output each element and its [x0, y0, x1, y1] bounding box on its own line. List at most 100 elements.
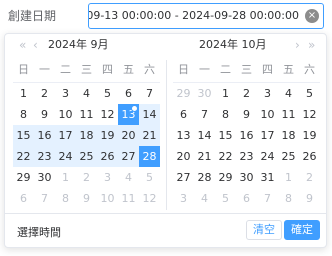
day-cell[interactable]: 28 — [194, 167, 215, 188]
day-cell[interactable]: 6 — [173, 104, 194, 125]
day-cell[interactable]: 3 — [173, 188, 194, 209]
day-cell[interactable]: 14 — [139, 104, 160, 125]
clear-button[interactable]: 清空 — [246, 220, 282, 240]
day-cell[interactable]: 27 — [173, 167, 194, 188]
day-cell[interactable]: 8 — [13, 104, 34, 125]
day-cell[interactable]: 11 — [76, 104, 97, 125]
day-cell[interactable]: 3 — [55, 83, 76, 104]
day-cell[interactable]: 25 — [278, 146, 299, 167]
clear-icon[interactable]: × — [305, 9, 319, 23]
day-cell[interactable]: 19 — [299, 125, 320, 146]
weekday-label: 日 — [18, 63, 29, 76]
day-cell[interactable]: 8 — [215, 104, 236, 125]
day-cell[interactable]: 15 — [215, 125, 236, 146]
day-cell[interactable]: 2 — [236, 83, 257, 104]
day-cell[interactable]: 24 — [257, 146, 278, 167]
day-cell[interactable]: 8 — [278, 188, 299, 209]
prev-month-icon[interactable]: ‹ — [33, 39, 38, 51]
day-cell[interactable]: 26 — [299, 146, 320, 167]
day-cell[interactable]: 4 — [194, 188, 215, 209]
day-cell[interactable]: 13 — [173, 125, 194, 146]
next-year-icon[interactable]: » — [308, 39, 315, 51]
day-cell[interactable]: 21 — [194, 146, 215, 167]
day-cell[interactable]: 1 — [278, 167, 299, 188]
day-cell[interactable]: 1 — [215, 83, 236, 104]
weekday-label: 五 — [123, 63, 134, 76]
day-cell[interactable]: 3 — [257, 83, 278, 104]
day-cell[interactable]: 7 — [194, 104, 215, 125]
day-cell[interactable]: 15 — [13, 125, 34, 146]
day-cell[interactable]: 2 — [299, 167, 320, 188]
day-cell[interactable]: 1 — [13, 83, 34, 104]
day-cell[interactable]: 6 — [236, 188, 257, 209]
day-cell[interactable]: 17 — [257, 125, 278, 146]
day-cell[interactable]: 8 — [55, 188, 76, 209]
day-cell[interactable]: 18 — [76, 125, 97, 146]
prev-year-icon[interactable]: « — [19, 39, 26, 51]
day-cell[interactable]: 29 — [173, 83, 194, 104]
day-cell[interactable]: 16 — [34, 125, 55, 146]
day-cell[interactable]: 12 — [97, 104, 118, 125]
day-cell[interactable]: 26 — [97, 146, 118, 167]
day-cell[interactable]: 27 — [118, 146, 139, 167]
select-time-link[interactable]: 選擇時間 — [17, 224, 61, 240]
day-cell[interactable]: 5 — [139, 167, 160, 188]
day-cell[interactable]: 11 — [278, 104, 299, 125]
day-cell[interactable]: 4 — [76, 83, 97, 104]
day-cell[interactable]: 23 — [34, 146, 55, 167]
day-cell[interactable]: 12 — [299, 104, 320, 125]
day-cell[interactable]: 29 — [13, 167, 34, 188]
field-label: 創建日期 — [8, 9, 57, 23]
day-cell[interactable]: 4 — [118, 167, 139, 188]
day-cell[interactable]: 10 — [257, 104, 278, 125]
day-cell[interactable]: 30 — [194, 83, 215, 104]
day-cell[interactable]: 7 — [139, 83, 160, 104]
confirm-button[interactable]: 確定 — [284, 220, 320, 240]
day-cell[interactable]: 30 — [236, 167, 257, 188]
weekday-label: 六 — [144, 63, 155, 76]
day-cell[interactable]: 23 — [236, 146, 257, 167]
day-cell[interactable]: 22 — [215, 146, 236, 167]
day-cell[interactable]: 6 — [13, 188, 34, 209]
day-cell[interactable]: 9 — [76, 188, 97, 209]
day-cell[interactable]: 9 — [34, 104, 55, 125]
next-month-icon[interactable]: › — [295, 39, 300, 51]
day-cell[interactable]: 3 — [97, 167, 118, 188]
day-cell[interactable]: 11 — [118, 188, 139, 209]
day-cell[interactable]: 5 — [215, 188, 236, 209]
day-cell[interactable]: 5 — [97, 83, 118, 104]
day-cell[interactable]: 25 — [76, 146, 97, 167]
day-cell[interactable]: 14 — [194, 125, 215, 146]
day-cell[interactable]: 9 — [299, 188, 320, 209]
week-row: 15 16 17 18 19 20 21 — [13, 125, 160, 146]
day-cell[interactable]: 18 — [278, 125, 299, 146]
day-cell[interactable]: 16 — [236, 125, 257, 146]
day-cell[interactable]: 24 — [55, 146, 76, 167]
day-cell[interactable]: 28 — [139, 146, 160, 167]
day-cell[interactable]: 4 — [278, 83, 299, 104]
day-cell[interactable]: 31 — [257, 167, 278, 188]
week-row: 1234567 — [13, 83, 160, 104]
day-cell[interactable]: 13 — [118, 104, 139, 125]
day-cell[interactable]: 12 — [139, 188, 160, 209]
day-cell[interactable]: 21 — [139, 125, 160, 146]
date-range-input[interactable]: 2024-09-13 00:00:00 - 2024-09-28 00:00:0… — [88, 3, 324, 29]
day-cell[interactable]: 20 — [118, 125, 139, 146]
day-cell[interactable]: 10 — [55, 104, 76, 125]
day-cell[interactable]: 9 — [236, 104, 257, 125]
day-cell[interactable]: 22 — [13, 146, 34, 167]
day-cell[interactable]: 1 — [55, 167, 76, 188]
day-cell[interactable]: 10 — [97, 188, 118, 209]
day-cell[interactable]: 2 — [76, 167, 97, 188]
day-cell[interactable]: 29 — [215, 167, 236, 188]
day-cell[interactable]: 2 — [34, 83, 55, 104]
day-cell[interactable]: 5 — [299, 83, 320, 104]
day-cell[interactable]: 7 — [34, 188, 55, 209]
day-cell[interactable]: 19 — [97, 125, 118, 146]
week-row: 29 30 1 2 3 4 5 — [173, 83, 320, 104]
day-cell[interactable]: 17 — [55, 125, 76, 146]
day-cell[interactable]: 30 — [34, 167, 55, 188]
day-cell[interactable]: 6 — [118, 83, 139, 104]
day-cell[interactable]: 20 — [173, 146, 194, 167]
day-cell[interactable]: 7 — [257, 188, 278, 209]
